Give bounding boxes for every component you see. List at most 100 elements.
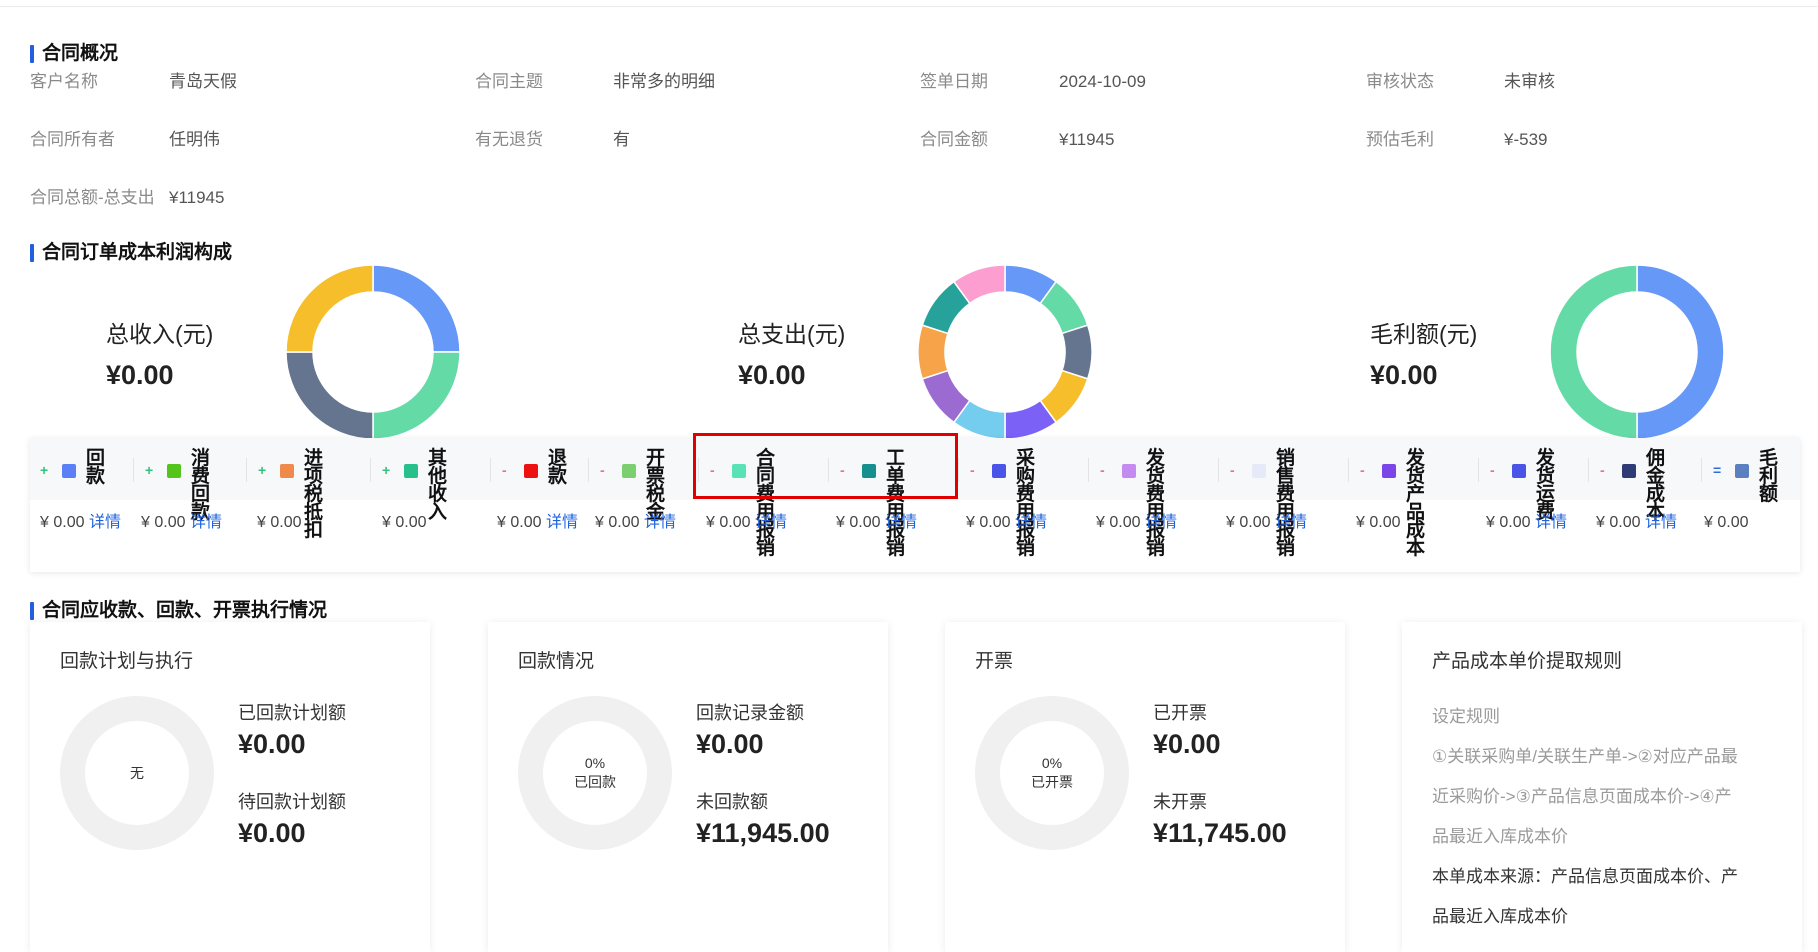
income-label: 总收入(元) (106, 321, 214, 347)
cost-item-value-cell: ¥ 0.00 详情 (1226, 510, 1344, 535)
cost-item-value: ¥ 0.00 (1356, 514, 1401, 531)
field-sign-date: 签单日期 2024-10-09 (920, 72, 1146, 91)
planned-pending-label: 待回款计划额 (238, 792, 346, 812)
sign-date-value: 2024-10-09 (1059, 72, 1146, 91)
sign-symbol: + (382, 462, 391, 478)
detail-link[interactable]: 详情 (885, 514, 917, 531)
cost-item-value: ¥ 0.00 (1704, 514, 1749, 531)
detail-link[interactable]: 详情 (190, 514, 222, 531)
income-donut-chart (285, 264, 461, 440)
detail-link[interactable]: 详情 (89, 514, 121, 531)
highlight-box (693, 433, 958, 499)
planned-received-label: 已回款计划额 (238, 703, 346, 723)
legend-swatch (1622, 464, 1636, 478)
cost-item-value-cell: ¥ 0.00 详情 (836, 510, 954, 535)
detail-link[interactable]: 详情 (1015, 514, 1047, 531)
detail-link[interactable]: 详情 (1275, 514, 1307, 531)
customer-value: 青岛天假 (169, 72, 237, 91)
received-amount-label: 回款记录金额 (696, 703, 804, 723)
column-divider (588, 458, 589, 482)
column-divider (1348, 458, 1349, 482)
sign-symbol: - (970, 462, 975, 478)
ring-percent: 0% (584, 755, 606, 771)
cost-item-value-cell: ¥ 0.00 详情 (1596, 510, 1697, 535)
expense-label: 总支出(元) (738, 321, 846, 347)
legend-swatch (1122, 464, 1136, 478)
legend-swatch (62, 464, 76, 478)
net-total-value: ¥11945 (169, 188, 225, 207)
cost-item-value-cell: ¥ 0.00 (257, 510, 369, 535)
column-divider (958, 458, 959, 482)
cost-item-value: ¥ 0.00 (706, 514, 751, 531)
expense-donut-chart (917, 264, 1093, 440)
card-payment-plan: 回款计划与执行 无 已回款计划额 ¥0.00 待回款计划额 ¥0.00 (30, 622, 430, 952)
cost-item-label: 发货费 用报销 (1146, 448, 1166, 559)
cost-item-value-cell: ¥ 0.00 详情 (40, 510, 133, 535)
top-divider (0, 6, 1818, 7)
donut-segment (917, 324, 949, 380)
column-divider (133, 458, 134, 482)
unreceived-amount-label: 未回款额 (696, 792, 768, 812)
cost-item-label: 退款 (548, 448, 568, 487)
cost-item-label: 发货产 品成本 (1406, 448, 1426, 559)
cost-item-label: 回款 (86, 448, 106, 487)
return-value: 有 (613, 130, 630, 149)
cost-item-value: ¥ 0.00 (1226, 514, 1271, 531)
ring-percent: 0% (1041, 755, 1063, 771)
field-return: 有无退货 有 (475, 130, 630, 149)
legend-swatch (1735, 464, 1749, 478)
detail-link[interactable]: 详情 (1145, 514, 1177, 531)
cost-item-value: ¥ 0.00 (257, 514, 302, 531)
field-net-total: 合同总额-总支出 ¥11945 (30, 188, 225, 207)
field-audit-status: 审核状态 未审核 (1366, 72, 1555, 91)
card-title: 开票 (975, 651, 1014, 672)
profit-donut-chart (1549, 264, 1725, 440)
donut-segment (372, 351, 461, 440)
donut-segment (285, 351, 374, 440)
rule-line: ①关联采购单/关联生产单->②对应产品最 (1432, 747, 1738, 766)
cost-item-value-cell: ¥ 0.00 详情 (706, 510, 824, 535)
detail-link[interactable]: 详情 (644, 514, 676, 531)
uninvoiced-value: ¥11,745.00 (1153, 818, 1287, 848)
cost-item-value-cell: ¥ 0.00 (1356, 510, 1474, 535)
detail-link[interactable]: 详情 (755, 514, 787, 531)
sign-symbol: + (40, 462, 49, 478)
planned-pending-value: ¥0.00 (238, 818, 306, 848)
sign-symbol: - (600, 462, 605, 478)
cost-item-value: ¥ 0.00 (966, 514, 1011, 531)
cost-item-value: ¥ 0.00 (836, 514, 881, 531)
detail-link[interactable]: 详情 (1535, 514, 1567, 531)
donut-segment (1549, 264, 1638, 440)
sign-symbol: + (145, 462, 154, 478)
rule-line: 品最近入库成本价 (1432, 827, 1568, 846)
legend-swatch (1512, 464, 1526, 478)
donut-segment (1061, 324, 1093, 380)
invoiced-value: ¥0.00 (1153, 729, 1221, 759)
cost-item-value: ¥ 0.00 (40, 514, 85, 531)
cost-item-value: ¥ 0.00 (595, 514, 640, 531)
profit-label: 毛利额(元) (1370, 321, 1478, 347)
detail-link[interactable]: 详情 (1645, 514, 1677, 531)
column-divider (1701, 458, 1702, 482)
column-divider (1088, 458, 1089, 482)
field-amount: 合同金额 ¥11945 (920, 130, 1115, 149)
sign-symbol: - (1360, 462, 1365, 478)
field-subject: 合同主题 非常多的明细 (475, 72, 715, 91)
section-title-overview: 合同概况 (30, 43, 118, 65)
card-payment-status: 回款情况 0% 已回款 回款记录金额 ¥0.00 未回款额 ¥11,945.00 (488, 622, 888, 952)
sign-symbol: - (1490, 462, 1495, 478)
cost-item-value: ¥ 0.00 (1486, 514, 1531, 531)
ring-label: 已回款 (574, 774, 616, 790)
sign-symbol: - (1230, 462, 1235, 478)
ring-label: 无 (130, 764, 144, 781)
profit-value: ¥0.00 (1370, 360, 1438, 390)
column-divider (246, 458, 247, 482)
detail-link[interactable]: 详情 (546, 514, 578, 531)
section-title-execution: 合同应收款、回款、开票执行情况 (30, 600, 327, 622)
cost-item-value: ¥ 0.00 (1096, 514, 1141, 531)
field-customer: 客户名称 青岛天假 (30, 72, 237, 91)
cost-item-value-cell: ¥ 0.00 详情 (141, 510, 242, 535)
sign-symbol: = (1713, 462, 1722, 478)
cost-item-value: ¥ 0.00 (1596, 514, 1641, 531)
amount-value: ¥11945 (1059, 130, 1115, 149)
